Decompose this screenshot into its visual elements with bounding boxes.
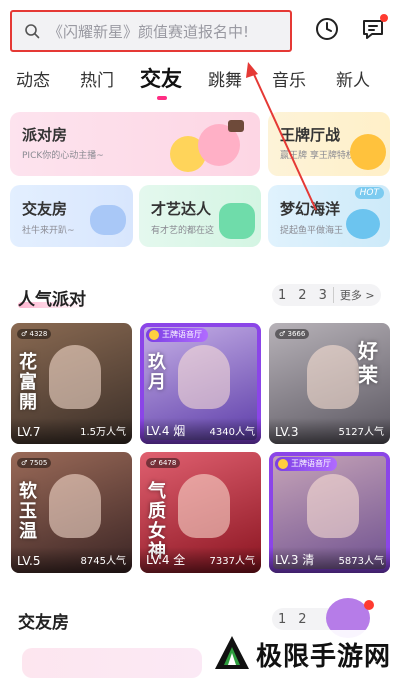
category-subtitle: PICK你的心动主播~ xyxy=(22,151,104,161)
search-bar[interactable]: 《闪耀新星》颜值赛道报名中! xyxy=(10,10,292,52)
category-subtitle: 有才艺的都在这 xyxy=(151,226,215,236)
room-card[interactable]: 玖月 王牌语音厅 LV.4 烟 4340人气 xyxy=(140,323,261,444)
watermark-logo-icon xyxy=(215,636,249,669)
tab-dongtai[interactable]: 动态 xyxy=(16,66,50,91)
room-info-bar: LV.5 8745人气 xyxy=(11,547,132,573)
room-id-badge: ♂ 7505 xyxy=(17,458,52,468)
room-popularity: 8745人气 xyxy=(80,556,126,567)
category-ace-battle[interactable]: 王牌厅战 赢王牌 享王牌特权 xyxy=(268,112,390,176)
hot-badge: HOT xyxy=(354,187,384,199)
site-watermark: 极限手游网 xyxy=(206,630,396,676)
clock-icon[interactable] xyxy=(314,16,340,42)
section-title-friends-room: 交友房 xyxy=(18,613,69,633)
chat-bubble-mascot-icon xyxy=(90,205,126,235)
room-info-bar: LV.3 5127人气 xyxy=(269,418,390,444)
room-info-bar: LV.4 全 7337人气 xyxy=(140,547,261,573)
category-friends-room[interactable]: 交友房 社牛来开趴~ xyxy=(10,185,133,247)
category-title: 交友房 xyxy=(22,200,68,218)
category-subtitle: 赢王牌 享王牌特权 xyxy=(280,151,355,161)
friends-room-card[interactable] xyxy=(22,648,202,678)
streamer-photo xyxy=(49,345,101,409)
category-title: 王牌厅战 xyxy=(280,126,341,144)
room-id-badge: ♂ 4328 xyxy=(17,329,52,339)
category-title: 梦幻海洋 xyxy=(280,200,341,218)
category-talent[interactable]: 才艺达人 有才艺的都在这 xyxy=(139,185,261,247)
category-subtitle: 捉起鱼平做海王 xyxy=(280,226,344,236)
more-link[interactable]: 更多 > xyxy=(332,287,381,303)
category-party-room[interactable]: 派对房 PICK你的心动主播~ xyxy=(10,112,260,176)
room-level: LV.3 xyxy=(275,425,299,439)
ace-room-badge: 王牌语音厅 xyxy=(146,328,208,342)
room-info-bar: LV.3 清 5873人气 xyxy=(269,547,390,573)
page-1-button[interactable]: 1 xyxy=(272,288,292,303)
search-icon xyxy=(25,24,40,39)
room-level: LV.5 xyxy=(17,554,41,568)
room-card[interactable]: 花富開 ♂ 4328 LV.7 1.5万人气 xyxy=(11,323,132,444)
streamer-photo xyxy=(49,474,101,538)
room-id-badge: ♂ 6478 xyxy=(146,458,181,468)
tab-xinren[interactable]: 新人 xyxy=(336,66,370,91)
page-3-button[interactable]: 3 xyxy=(313,288,333,303)
room-popularity: 4340人气 xyxy=(209,427,255,438)
page-1-button[interactable]: 1 xyxy=(272,612,292,627)
section-title-popular-party: 人气派对 xyxy=(18,290,86,310)
room-card[interactable]: 王牌语音厅 LV.3 清 5873人气 xyxy=(269,452,390,573)
room-level: LV.4 全 xyxy=(146,553,186,567)
category-title: 派对房 xyxy=(22,126,68,144)
tab-yinyue[interactable]: 音乐 xyxy=(272,66,306,91)
room-id-badge: ♂ 3666 xyxy=(275,329,310,339)
top-bar: 《闪耀新星》颜值赛道报名中! xyxy=(0,0,400,58)
message-icon[interactable] xyxy=(360,14,388,42)
category-dream-ocean[interactable]: 梦幻海洋 捉起鱼平做海王 HOT xyxy=(268,185,390,247)
cartoon-mascot-icon xyxy=(228,120,244,132)
room-decoration-text: 软玉温 xyxy=(19,481,37,542)
tab-remen[interactable]: 热门 xyxy=(80,66,114,91)
category-title: 才艺达人 xyxy=(151,200,212,218)
category-subtitle: 社牛来开趴~ xyxy=(22,226,75,236)
room-popularity: 5873人气 xyxy=(338,556,384,567)
room-level: LV.7 xyxy=(17,425,41,439)
streamer-photo xyxy=(307,345,359,409)
room-info-bar: LV.7 1.5万人气 xyxy=(11,418,132,444)
search-placeholder: 《闪耀新星》颜值赛道报名中! xyxy=(48,22,250,41)
room-popularity: 7337人气 xyxy=(209,556,255,567)
tab-tiaowu[interactable]: 跳舞 xyxy=(208,66,242,91)
page-2-button[interactable]: 2 xyxy=(292,288,312,303)
star-mascot-icon xyxy=(219,203,255,239)
ace-room-badge: 王牌语音厅 xyxy=(275,457,337,471)
active-tab-indicator xyxy=(157,96,167,100)
room-popularity: 1.5万人气 xyxy=(80,427,126,438)
room-level: LV.3 清 xyxy=(275,553,315,567)
watermark-text: 极限手游网 xyxy=(256,642,392,672)
room-popularity: 5127人气 xyxy=(338,427,384,438)
room-decoration-text: 好茉 xyxy=(358,339,378,387)
category-tabs: 动态 热门 交友 跳舞 音乐 新人 xyxy=(0,62,400,102)
popular-party-pager: 1 2 3 更多 > xyxy=(272,284,381,306)
room-card[interactable]: 气质女神♂ 6478LV.4 全7337人气 xyxy=(140,452,261,573)
room-info-bar: LV.4 烟 4340人气 xyxy=(140,418,261,444)
room-decoration-text: 花富開 xyxy=(19,352,37,413)
tab-jiaoyou[interactable]: 交友 xyxy=(140,63,182,93)
room-card[interactable]: 软玉温 ♂ 7505 LV.5 8745人气 xyxy=(11,452,132,573)
page-2-button[interactable]: 2 xyxy=(292,612,312,627)
notification-dot xyxy=(380,14,388,22)
notification-dot xyxy=(364,600,374,610)
streamer-photo xyxy=(178,474,230,538)
room-card[interactable]: ♂ 3666 LV.3 5127人气 好茉 xyxy=(269,323,390,444)
flower-mascot-icon xyxy=(350,134,386,170)
room-level: LV.4 烟 xyxy=(146,424,186,438)
fish-mascot-icon xyxy=(346,209,380,239)
